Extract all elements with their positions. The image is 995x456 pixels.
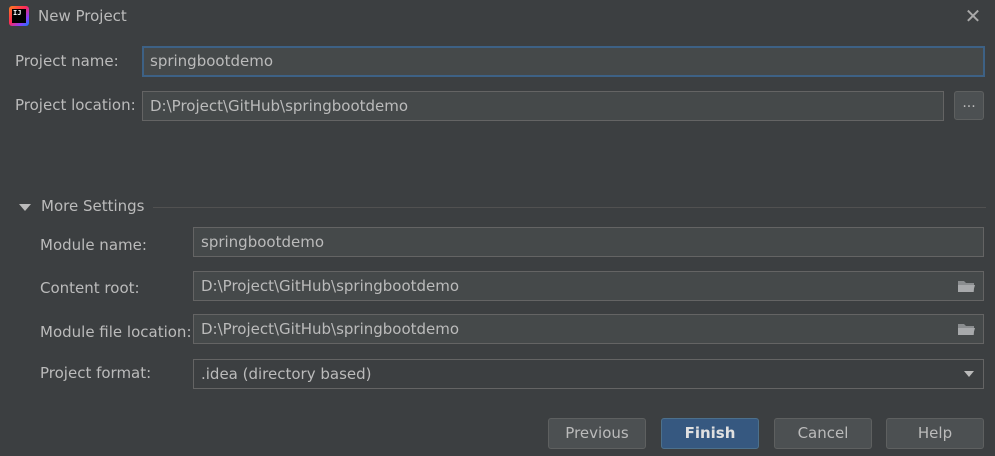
project-location-value: D:\Project\GitHub\springbootdemo <box>150 97 409 115</box>
content-root-label: Content root: <box>40 279 140 297</box>
module-file-location-label: Module file location: <box>40 323 192 341</box>
project-name-label: Project name: <box>15 52 119 70</box>
project-format-selected: .idea (directory based) <box>201 365 372 383</box>
content-root-input[interactable]: D:\Project\GitHub\springbootdemo <box>193 271 984 301</box>
module-name-value: springbootdemo <box>201 233 324 251</box>
finish-button[interactable]: Finish <box>661 418 759 449</box>
module-file-location-value: D:\Project\GitHub\springbootdemo <box>201 320 460 338</box>
module-name-input[interactable]: springbootdemo <box>193 227 984 257</box>
triangle-down-icon <box>19 204 31 211</box>
previous-button[interactable]: Previous <box>548 418 646 449</box>
title-bar: IJ New Project ✕ <box>0 0 995 34</box>
intellij-idea-icon: IJ <box>9 6 29 26</box>
module-name-label: Module name: <box>40 236 147 254</box>
cancel-button[interactable]: Cancel <box>774 418 872 449</box>
folder-icon[interactable] <box>957 322 975 336</box>
close-icon[interactable]: ✕ <box>963 6 983 26</box>
window-title: New Project <box>38 7 127 25</box>
project-format-select[interactable]: .idea (directory based) <box>193 359 984 389</box>
section-divider <box>153 207 986 208</box>
folder-icon[interactable] <box>957 279 975 293</box>
project-format-label: Project format: <box>40 364 152 382</box>
new-project-dialog: IJ New Project ✕ Project name: springboo… <box>0 0 995 456</box>
project-location-input[interactable]: D:\Project\GitHub\springbootdemo <box>142 91 944 121</box>
project-name-input[interactable]: springbootdemo <box>142 46 985 77</box>
module-file-location-input[interactable]: D:\Project\GitHub\springbootdemo <box>193 314 984 344</box>
help-button[interactable]: Help <box>886 418 984 449</box>
more-settings-label: More Settings <box>41 197 145 215</box>
project-location-label: Project location: <box>15 96 136 114</box>
app-icon-letters: IJ <box>12 9 26 23</box>
browse-location-button[interactable]: ... <box>954 91 984 120</box>
content-root-value: D:\Project\GitHub\springbootdemo <box>201 277 460 295</box>
project-name-value: springbootdemo <box>150 52 273 70</box>
chevron-down-icon <box>964 371 974 377</box>
